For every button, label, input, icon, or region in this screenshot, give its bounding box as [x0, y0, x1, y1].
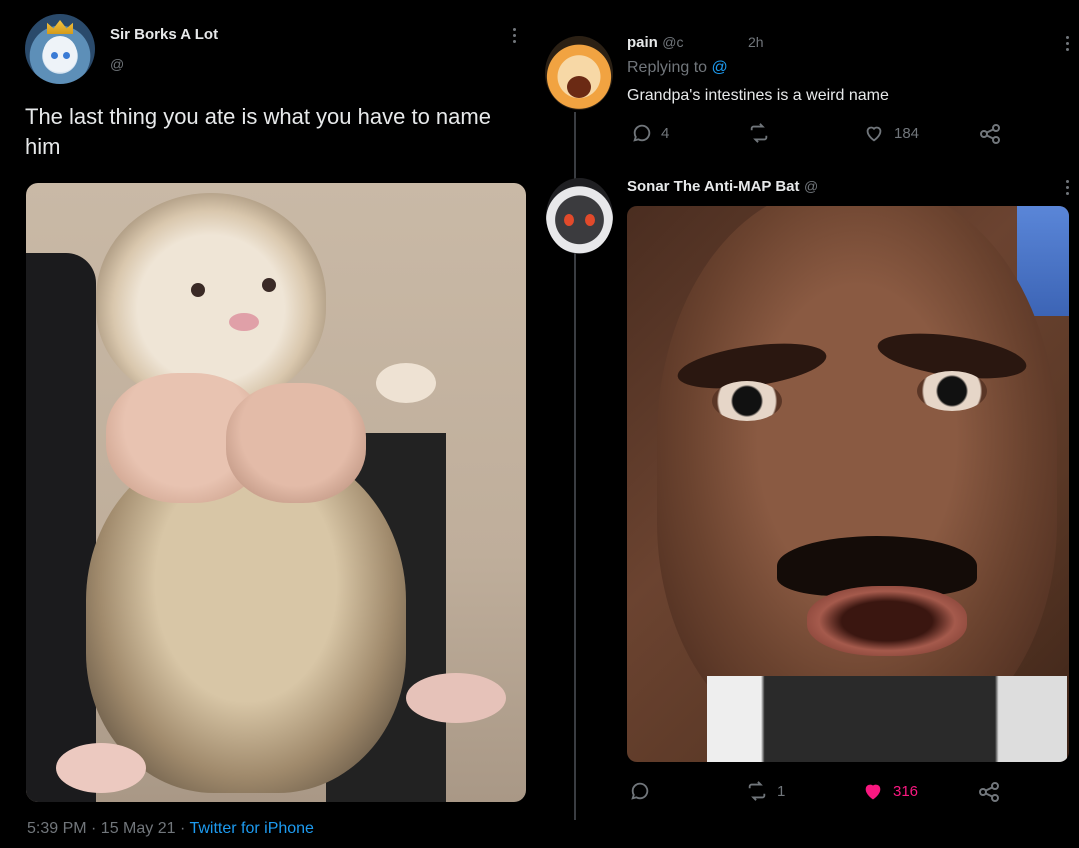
- ferret-body: [86, 443, 406, 793]
- retweet-button[interactable]: [747, 122, 779, 144]
- retweet-icon: [748, 781, 766, 801]
- author-name[interactable]: Sonar The Anti-MAP Bat: [627, 178, 800, 195]
- ferret-paw: [406, 673, 506, 723]
- avatar-sonar[interactable]: [546, 178, 613, 254]
- avatar-eye: [51, 52, 58, 59]
- avatar-eye: [585, 214, 595, 226]
- retweet-count: 1: [777, 782, 786, 800]
- heart-icon: [866, 126, 882, 142]
- face: [657, 206, 1057, 746]
- replying-label: Replying to: [627, 59, 708, 76]
- retweet-button[interactable]: 1: [745, 780, 785, 802]
- tweet-text: The last thing you ate is what you have …: [25, 104, 491, 159]
- timestamp-text: 5:39 PM · 15 May 21 ·: [27, 820, 190, 837]
- retweet-icon: [750, 123, 768, 143]
- source-link[interactable]: Twitter for iPhone: [189, 820, 314, 837]
- replying-handle[interactable]: @: [712, 59, 728, 76]
- author-handle[interactable]: @: [110, 56, 124, 72]
- avatar-face: [43, 36, 77, 72]
- tweet-timestamp: 5:39 PM · 15 May 21 · Twitter for iPhone: [27, 820, 314, 838]
- avatar-sir-borks[interactable]: [25, 14, 95, 84]
- sleeve: [26, 253, 96, 802]
- collar: [707, 676, 1067, 762]
- avatar-pain[interactable]: [545, 36, 613, 110]
- author-handle[interactable]: @: [804, 178, 818, 194]
- more-vertical-icon[interactable]: [1066, 180, 1070, 198]
- reply-button[interactable]: [629, 780, 659, 802]
- eye: [917, 371, 987, 411]
- crown-icon: [47, 20, 73, 34]
- like-count: 184: [894, 124, 920, 142]
- heart-icon: [865, 784, 881, 800]
- reply-header: Sonar The Anti-MAP Bat @: [627, 178, 818, 196]
- more-vertical-icon[interactable]: [513, 28, 517, 46]
- avatar-mouth: [567, 76, 591, 98]
- reply-icon: [633, 124, 651, 142]
- reply-icon: [631, 782, 649, 800]
- reaction-photo[interactable]: [627, 206, 1069, 762]
- replying-to: Replying to @: [627, 59, 728, 77]
- reply-header: pain @c 2h: [627, 34, 764, 52]
- more-vertical-icon[interactable]: [1066, 36, 1070, 54]
- ferret-photo[interactable]: [26, 183, 526, 802]
- like-button[interactable]: 184: [862, 122, 919, 144]
- ferret-paw: [56, 743, 146, 793]
- reply-button[interactable]: 4: [631, 122, 669, 144]
- share-icon: [980, 124, 1000, 144]
- author-handle[interactable]: @c: [662, 34, 683, 50]
- ferret-head: [96, 193, 326, 403]
- like-count: 316: [893, 782, 919, 800]
- share-icon: [979, 782, 999, 802]
- reply-count: 4: [661, 124, 670, 142]
- like-button[interactable]: 316: [861, 780, 918, 802]
- ferret-nose: [229, 313, 259, 331]
- avatar-eye: [63, 52, 70, 59]
- share-button[interactable]: [977, 780, 1001, 804]
- reply-text: Grandpa's intestines is a weird name: [627, 87, 889, 104]
- ferret-eye: [262, 278, 276, 292]
- author-name[interactable]: Sir Borks A Lot: [110, 26, 218, 43]
- author-name[interactable]: pain: [627, 34, 658, 51]
- ferret-eye: [191, 283, 205, 297]
- reply-time: 2h: [747, 34, 764, 50]
- eye: [712, 381, 782, 421]
- ferret-paw: [376, 363, 436, 403]
- hand: [226, 383, 366, 503]
- share-button[interactable]: [978, 122, 1002, 146]
- avatar-eye: [564, 214, 574, 226]
- mouth: [807, 586, 967, 656]
